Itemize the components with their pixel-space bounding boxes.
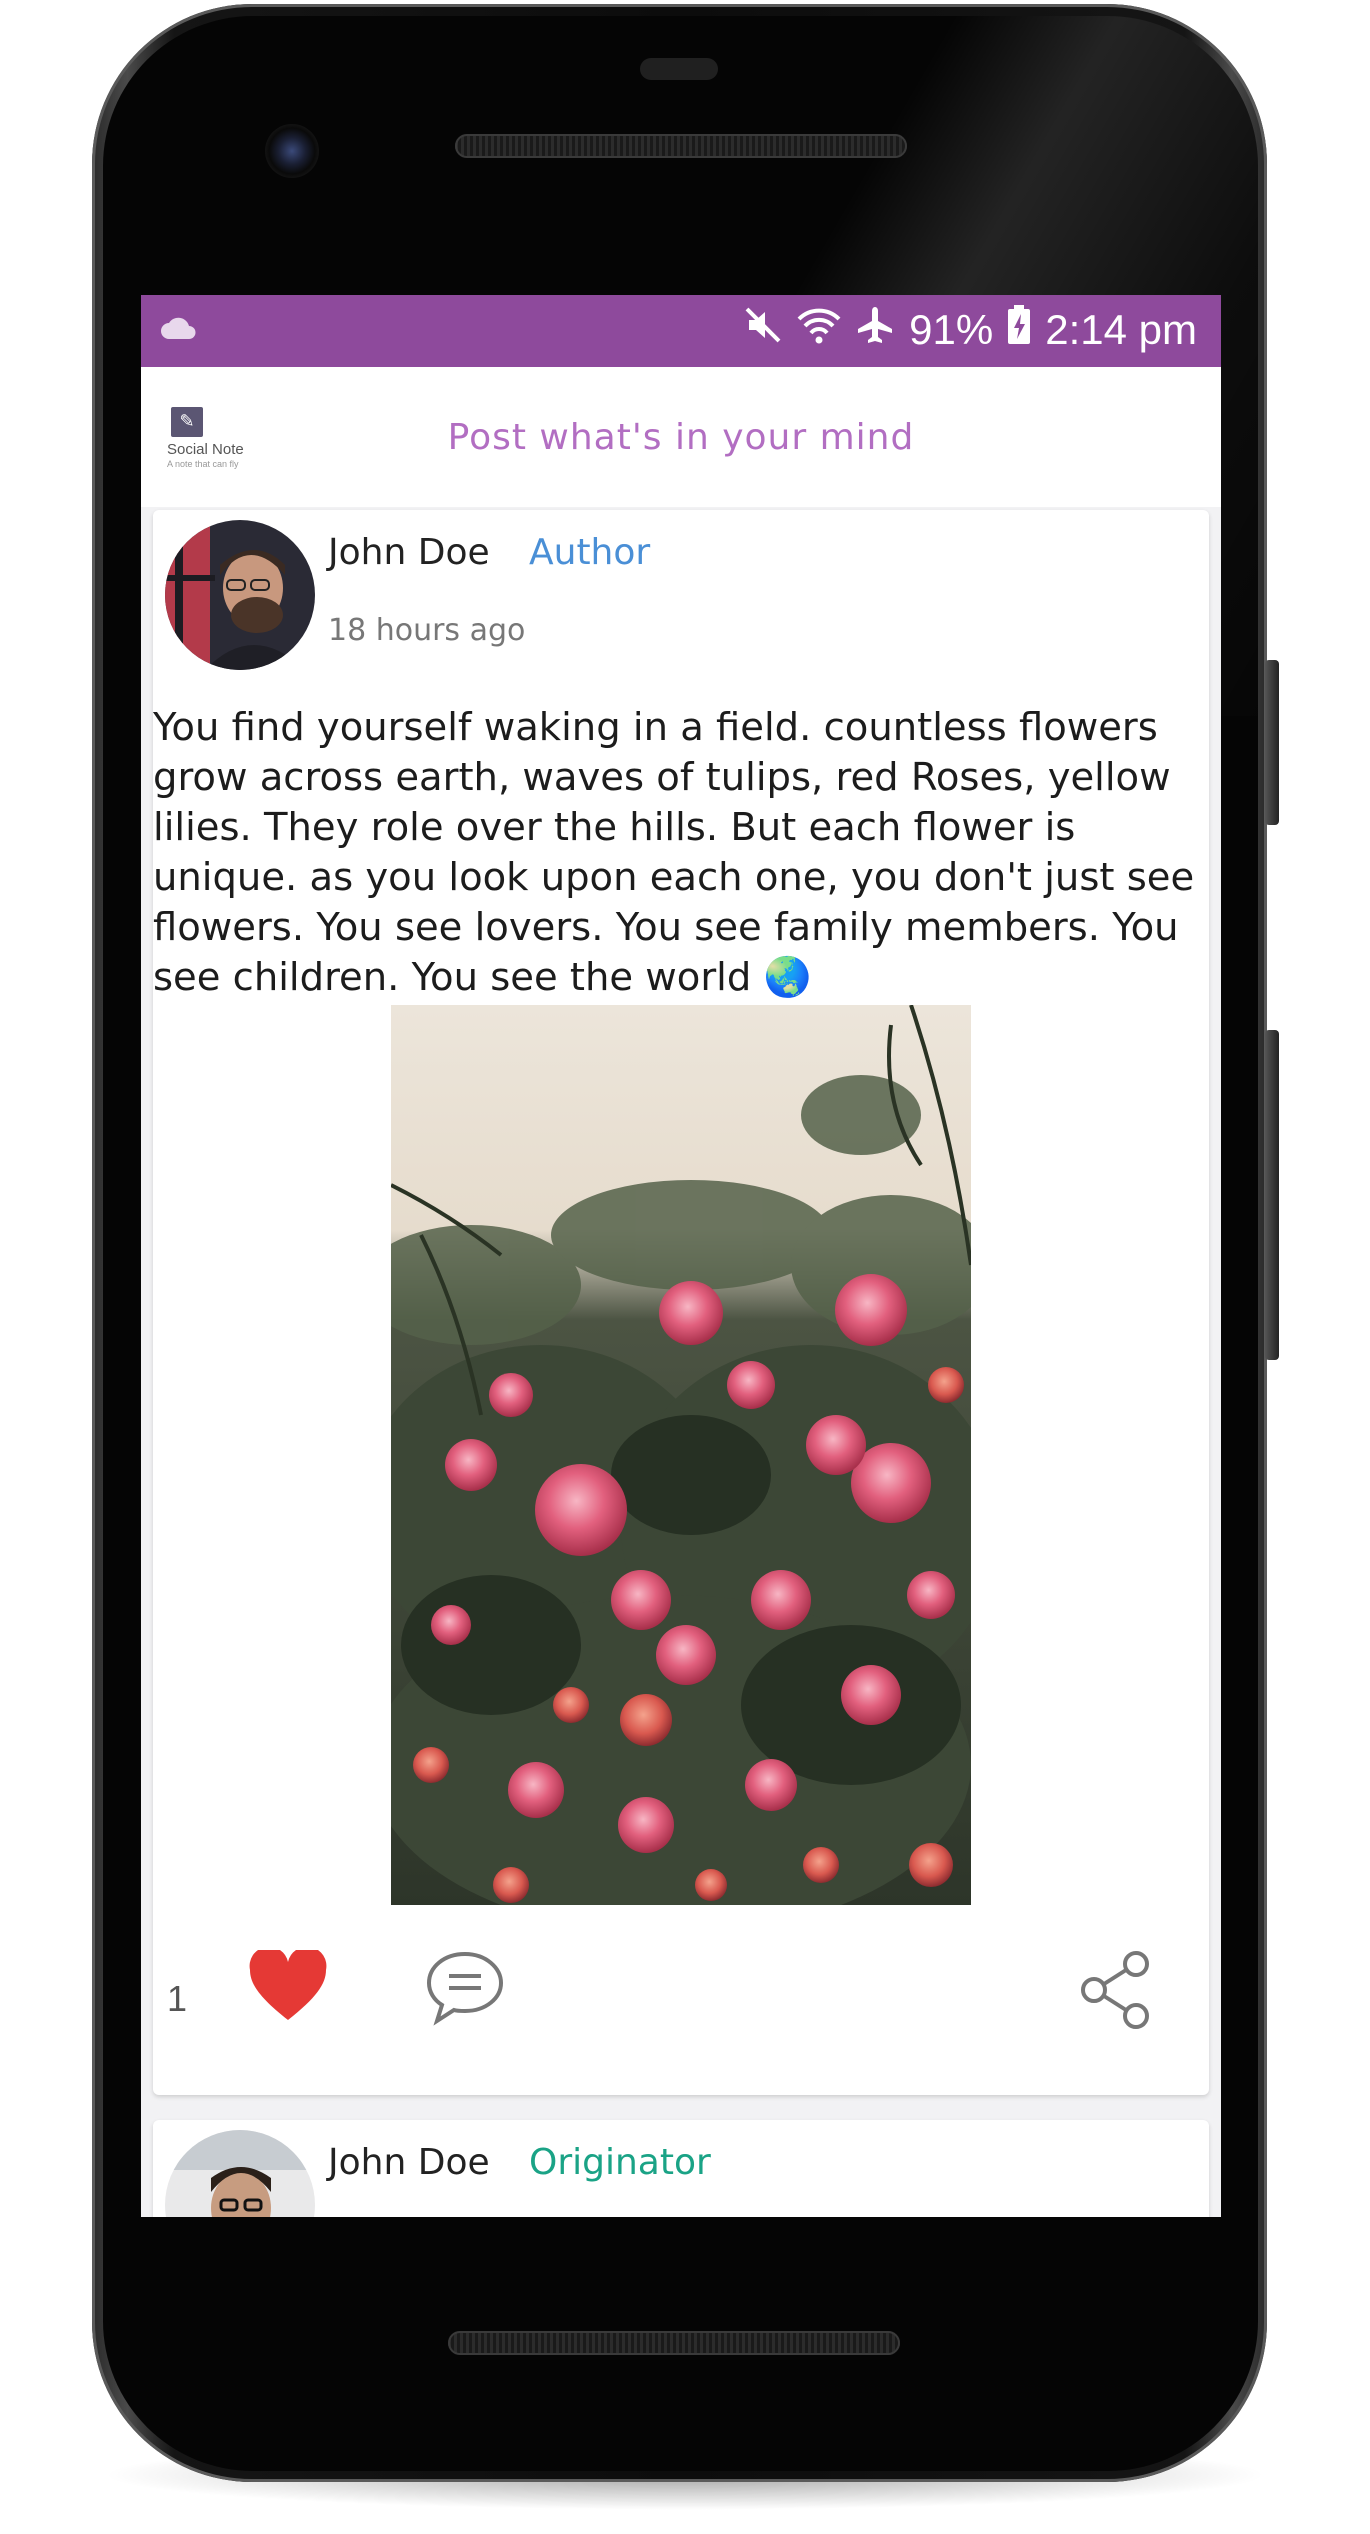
volume-button — [1265, 1030, 1279, 1360]
front-camera — [265, 124, 319, 178]
airplane-icon — [855, 305, 895, 355]
cloud-icon — [159, 313, 199, 348]
app-screen: 91% 2:14 pm ✎ Social Note A note that ca… — [141, 295, 1221, 2217]
comment-icon[interactable] — [425, 1950, 505, 2030]
originator-role-badge: Originator — [529, 2142, 711, 2183]
share-icon[interactable] — [1078, 1950, 1154, 2034]
avatar[interactable] — [165, 520, 315, 670]
battery-percent: 91% — [909, 306, 994, 353]
wifi-icon — [797, 305, 841, 355]
compose-post-prompt[interactable]: Post what's in your mind — [141, 417, 1221, 458]
bottom-speaker — [448, 2331, 900, 2355]
earpiece-speaker — [455, 134, 907, 158]
author-role-badge: Author — [529, 532, 651, 573]
power-button — [1265, 660, 1279, 825]
author-name[interactable]: John Doe — [328, 2142, 490, 2183]
battery-charging-icon — [1007, 305, 1031, 355]
like-count: 1 — [167, 1978, 188, 2019]
post-card: John Doe Originator — [153, 2120, 1209, 2217]
post-card: John Doe Author 18 hours ago You find yo… — [153, 510, 1209, 2095]
author-name[interactable]: John Doe — [328, 532, 490, 573]
proximity-sensor — [640, 58, 718, 80]
logo-tagline: A note that can fly — [167, 459, 239, 469]
post-timestamp: 18 hours ago — [328, 613, 526, 648]
post-text: You find yourself waking in a field. cou… — [153, 705, 1195, 1000]
status-bar: 91% 2:14 pm — [141, 295, 1221, 367]
post-image[interactable] — [391, 1005, 971, 1905]
avatar[interactable] — [165, 2130, 315, 2217]
clock: 2:14 pm — [1045, 306, 1197, 353]
mute-icon — [743, 305, 783, 355]
app-header: ✎ Social Note A note that can fly Post w… — [141, 367, 1221, 507]
heart-icon[interactable] — [248, 1946, 328, 2026]
